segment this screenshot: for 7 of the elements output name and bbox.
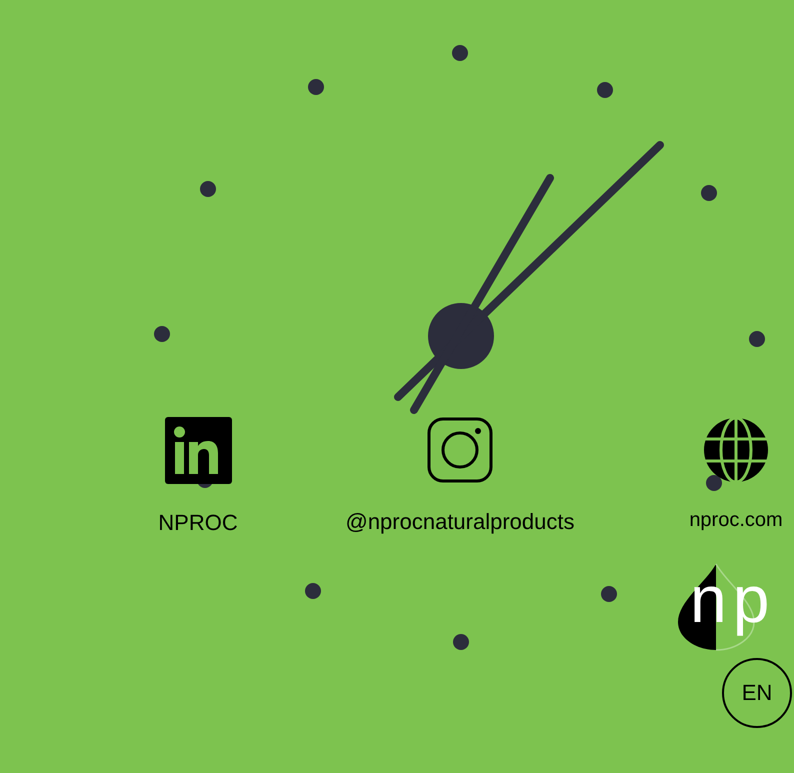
link-label[interactable]: nproc.com [689,509,783,532]
linkedin-icon[interactable] [164,417,232,484]
link-label[interactable]: @nprocnaturalproducts [345,509,574,535]
instagram-icon[interactable] [427,417,493,483]
globe-icon[interactable] [703,417,769,483]
link-label[interactable]: NPROC [158,510,238,536]
language-button[interactable]: EN [722,658,792,728]
